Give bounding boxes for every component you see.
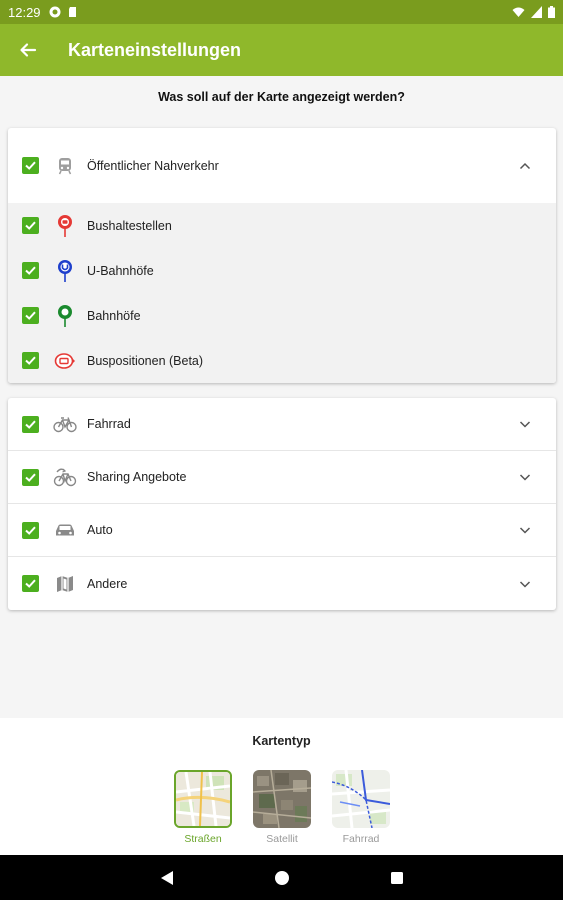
category-auto[interactable]: Auto: [8, 504, 556, 557]
andere-checkbox[interactable]: [22, 575, 39, 592]
public-transport-checkbox[interactable]: [22, 157, 39, 174]
bahnhoefe-label: Bahnhöfe: [87, 308, 141, 323]
page-title: Karteneinstellungen: [68, 39, 242, 60]
list-item-buspositionen[interactable]: Buspositionen (Beta): [8, 338, 556, 383]
map-type-streets-label: Straßen: [184, 833, 222, 845]
recents-square-icon[interactable]: [390, 871, 404, 885]
satellite-map-thumbnail: [253, 770, 311, 828]
u-bahnhoefe-label: U-Bahnhöfe: [87, 263, 154, 278]
bike-sharing-icon: [53, 465, 77, 489]
list-item-bahnhoefe[interactable]: Bahnhöfe: [8, 293, 556, 338]
categories-card: Fahrrad Sharing Angebote Auto Andere: [8, 398, 556, 610]
buspositionen-label: Buspositionen (Beta): [87, 353, 204, 368]
subway-pin-icon: [53, 259, 77, 283]
signal-icon: [531, 6, 542, 18]
bahnhoefe-checkbox[interactable]: [22, 307, 39, 324]
category-andere[interactable]: Andere: [8, 557, 556, 610]
map-icon: [53, 572, 77, 596]
app-notification-icon: [49, 6, 61, 18]
check-icon: [25, 579, 36, 588]
map-type-bicycle-label: Fahrrad: [342, 833, 380, 845]
section-question: Was soll auf der Karte angezeigt werden?: [158, 90, 405, 104]
status-time: 12:29: [8, 4, 41, 20]
sharing-checkbox[interactable]: [22, 468, 39, 486]
train-station-pin-icon: [53, 304, 77, 328]
check-icon: [25, 221, 36, 230]
list-item-bushaltestellen[interactable]: Bushaltestellen: [8, 203, 556, 248]
auto-label: Auto: [87, 523, 113, 537]
car-icon: [53, 518, 77, 542]
public-transport-header[interactable]: Öffentlicher Nahverkehr: [8, 128, 556, 203]
chevron-up-icon[interactable]: [518, 159, 532, 173]
chevron-down-icon[interactable]: [518, 470, 532, 484]
check-icon: [25, 526, 36, 535]
list-item-u-bahnhoefe[interactable]: U-Bahnhöfe: [8, 248, 556, 293]
train-icon: [53, 154, 77, 178]
category-fahrrad[interactable]: Fahrrad: [8, 398, 556, 451]
u-bahnhoefe-checkbox[interactable]: [22, 262, 39, 279]
public-transport-card: Öffentlicher Nahverkehr Bushaltestellen …: [8, 128, 556, 383]
navigation-bar: [0, 855, 563, 900]
chevron-down-icon[interactable]: [518, 577, 532, 591]
sd-card-icon: [68, 7, 76, 17]
sharing-label: Sharing Angebote: [87, 470, 187, 484]
back-button[interactable]: [2, 24, 54, 76]
auto-checkbox[interactable]: [22, 521, 39, 539]
map-type-bicycle[interactable]: [332, 770, 390, 828]
wifi-icon: [512, 7, 525, 17]
buspositionen-checkbox[interactable]: [22, 352, 39, 369]
chevron-down-icon[interactable]: [518, 417, 532, 431]
map-type-title: Kartentyp: [252, 734, 311, 748]
map-type-satellite[interactable]: [253, 770, 311, 828]
battery-icon: [548, 6, 555, 18]
bushaltestellen-checkbox[interactable]: [22, 217, 39, 234]
check-icon: [25, 356, 36, 365]
check-icon: [25, 161, 36, 170]
andere-label: Andere: [87, 576, 128, 591]
bicycle-map-thumbnail: [332, 770, 390, 828]
bus-position-icon: [53, 349, 77, 373]
check-icon: [25, 473, 36, 482]
map-type-satellite-label: Satellit: [266, 833, 298, 845]
category-sharing[interactable]: Sharing Angebote: [8, 451, 556, 504]
arrow-back-icon: [20, 43, 37, 57]
fahrrad-label: Fahrrad: [87, 417, 131, 431]
back-triangle-icon[interactable]: [160, 870, 174, 886]
fahrrad-checkbox[interactable]: [22, 415, 39, 433]
bus-stop-pin-icon: [53, 214, 77, 238]
check-icon: [25, 420, 36, 429]
app-bar: Karteneinstellungen: [0, 24, 563, 76]
bicycle-icon: [53, 412, 77, 436]
home-circle-icon[interactable]: [274, 870, 290, 886]
bushaltestellen-label: Bushaltestellen: [87, 218, 172, 233]
map-type-streets[interactable]: [174, 770, 232, 828]
check-icon: [25, 266, 36, 275]
public-transport-label: Öffentlicher Nahverkehr: [87, 158, 219, 173]
status-bar: 12:29: [0, 0, 563, 24]
map-type-panel: Kartentyp Straßen Satellit Fahrrad: [0, 718, 563, 855]
check-icon: [25, 311, 36, 320]
chevron-down-icon[interactable]: [518, 523, 532, 537]
street-map-thumbnail: [176, 772, 230, 826]
